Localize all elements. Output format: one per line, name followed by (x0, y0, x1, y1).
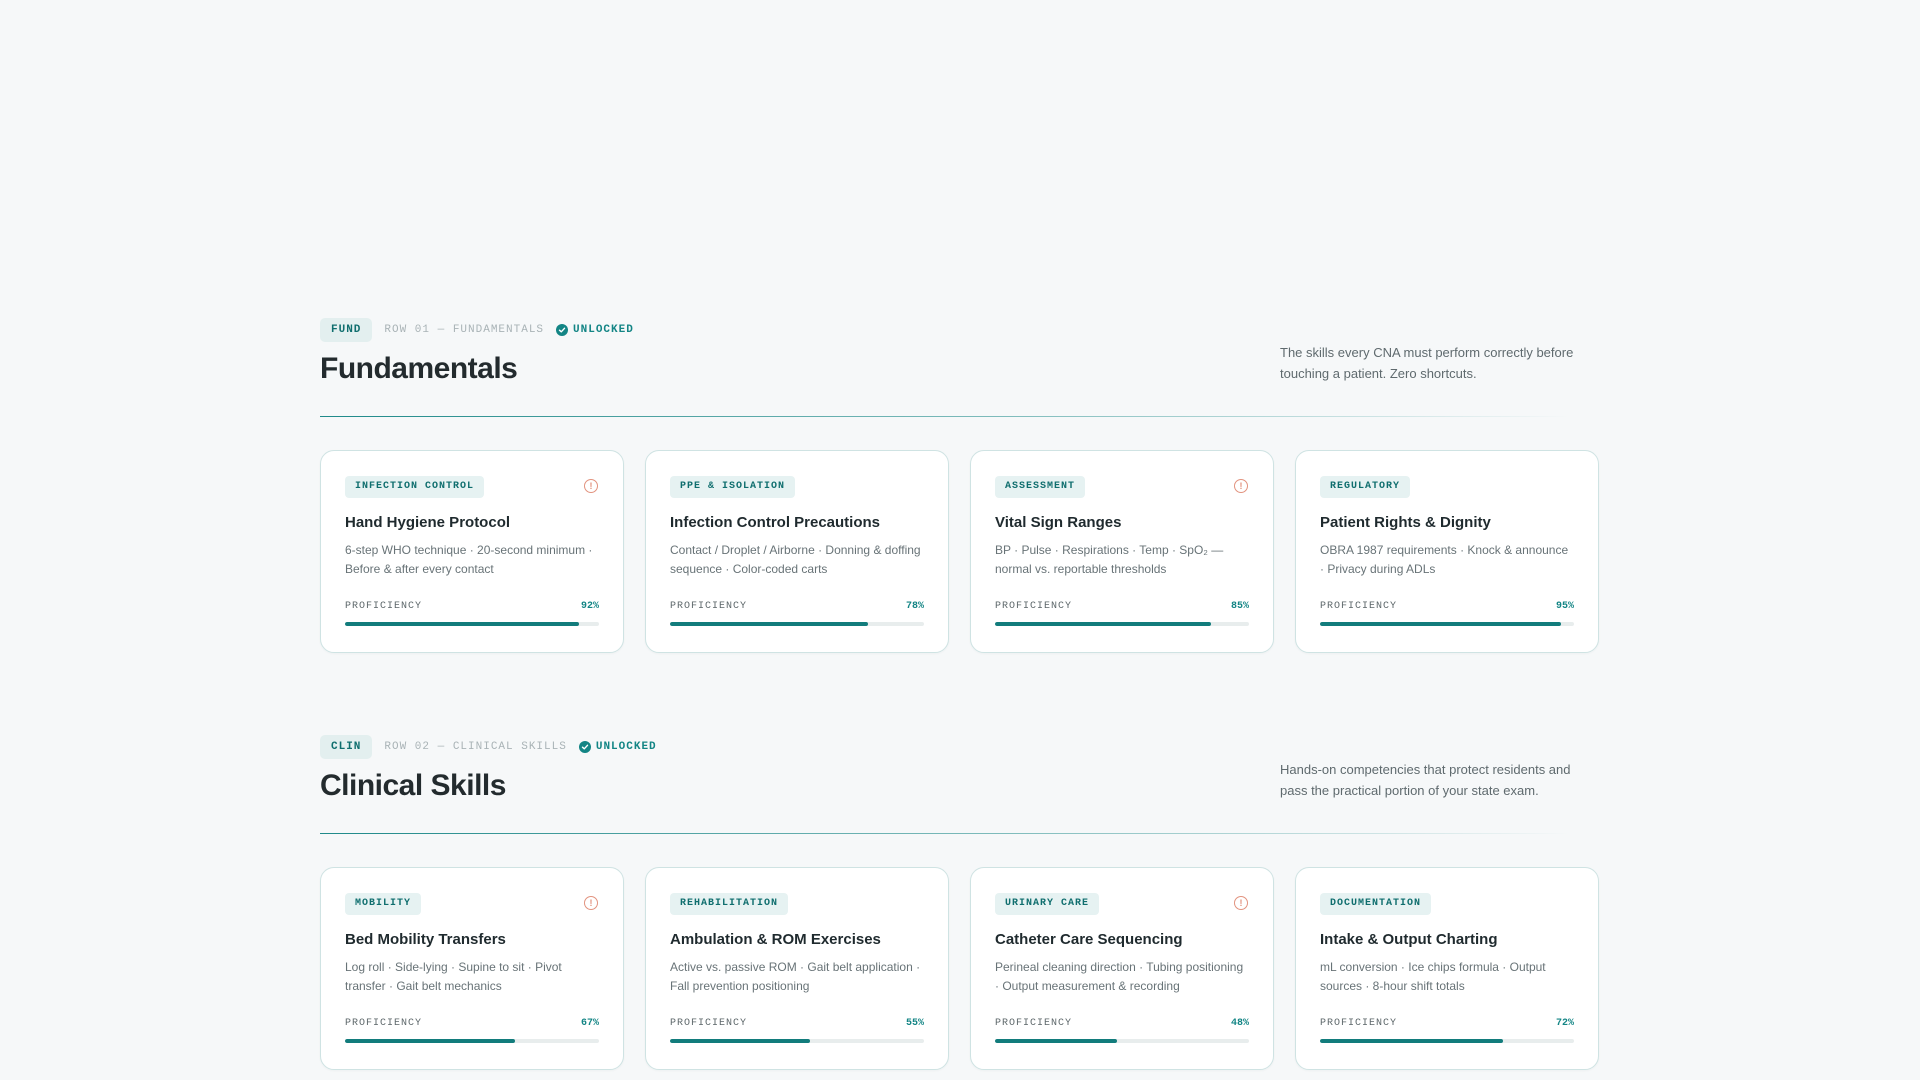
category-tag: DOCUMENTATION (1320, 893, 1432, 915)
section-code-badge: FUND (320, 318, 373, 342)
card-description: BP · Pulse · Respirations · Temp · SpO₂ … (995, 543, 1224, 576)
card-description: mL conversion · Ice chips formula · Outp… (1320, 960, 1546, 993)
proficiency-bar (670, 1039, 924, 1043)
proficiency-bar (345, 1039, 599, 1043)
alert-circle-icon[interactable]: ! (584, 479, 598, 493)
section-description: Hands-on competencies that protect resid… (1280, 762, 1571, 798)
proficiency-row: PROFICIENCY 85% (995, 601, 1249, 612)
skill-card[interactable]: REGULATORY Patient Rights & Dignity OBRA 1… (1295, 450, 1599, 653)
proficiency-bar-fill (995, 1039, 1117, 1043)
card-description: Log roll · Side-lying · Supine to sit · … (345, 960, 562, 993)
category-tag: PPE & ISOLATION (670, 476, 796, 498)
proficiency-bar-fill (670, 1039, 810, 1043)
proficiency-bar-fill (670, 622, 869, 626)
section-header: FUND ROW 01 — FUNDAMENTALS UNLOCKED Fund… (320, 318, 1600, 418)
card-title: Patient Rights & Dignity (1320, 514, 1491, 531)
section-divider (320, 416, 1570, 417)
skill-card[interactable]: DOCUMENTATION Intake & Output Charting mL … (1295, 867, 1599, 1070)
card-title: Hand Hygiene Protocol (345, 514, 511, 531)
card-description: Contact / Droplet / Airborne · Donning &… (670, 543, 921, 576)
category-tag: MOBILITY (345, 893, 422, 915)
section-description: The skills every CNA must perform correc… (1280, 345, 1574, 381)
category-tag: INFECTION CONTROL (345, 476, 485, 498)
proficiency-bar (995, 622, 1249, 626)
proficiency-value: 95% (1555, 601, 1574, 612)
alert-circle-icon[interactable]: ! (1234, 479, 1248, 493)
proficiency-bar-fill (345, 622, 579, 626)
section-row-label: ROW 02 — CLINICAL SKILLS (384, 741, 567, 753)
proficiency-label: PROFICIENCY (670, 601, 748, 612)
unlocked-status: UNLOCKED (578, 741, 657, 753)
section-header: CLIN ROW 02 — CLINICAL SKILLS UNLOCKED C… (320, 735, 1600, 835)
proficiency-value: 78% (905, 601, 924, 612)
category-tag: URINARY CARE (995, 893, 1100, 915)
proficiency-bar (995, 1039, 1249, 1043)
section-divider (320, 833, 1570, 834)
card-description: Active vs. passive ROM · Gait belt appli… (670, 960, 921, 993)
alert-circle-icon[interactable]: ! (1234, 896, 1248, 910)
proficiency-label: PROFICIENCY (1320, 601, 1398, 612)
section-meta-row: FUND ROW 01 — FUNDAMENTALS UNLOCKED (320, 318, 1600, 342)
skill-card[interactable]: MOBILITY! Bed Mobility Transfers Log roll … (320, 867, 624, 1070)
proficiency-value: 67% (580, 1018, 599, 1029)
card-title: Infection Control Precautions (670, 514, 881, 531)
proficiency-value: 55% (905, 1018, 924, 1029)
proficiency-label: PROFICIENCY (995, 1018, 1073, 1029)
proficiency-row: PROFICIENCY 78% (670, 601, 924, 612)
unlocked-label: UNLOCKED (573, 324, 634, 336)
skill-card-list: INFECTION CONTROL! Hand Hygiene Protocol 6… (320, 450, 1599, 653)
card-title: Intake & Output Charting (1320, 931, 1498, 948)
alert-circle-icon[interactable]: ! (584, 896, 598, 910)
proficiency-label: PROFICIENCY (345, 1018, 423, 1029)
proficiency-row: PROFICIENCY 92% (345, 601, 599, 612)
check-circle-icon (578, 741, 591, 753)
proficiency-bar (345, 622, 599, 626)
category-tag: REGULATORY (1320, 476, 1411, 498)
proficiency-bar-fill (1320, 622, 1562, 626)
category-tag: REHABILITATION (670, 893, 789, 915)
card-title: Catheter Care Sequencing (995, 931, 1183, 948)
skill-card[interactable]: PPE & ISOLATION Infection Control Precaut… (645, 450, 949, 653)
unlocked-label: UNLOCKED (595, 741, 657, 753)
card-title: Bed Mobility Transfers (345, 931, 506, 948)
skill-card[interactable]: REHABILITATION Ambulation & ROM Exercises… (645, 867, 949, 1070)
proficiency-value: 92% (580, 601, 599, 612)
proficiency-bar-fill (1320, 1039, 1503, 1043)
proficiency-row: PROFICIENCY 72% (1320, 1018, 1574, 1029)
proficiency-label: PROFICIENCY (670, 1018, 748, 1029)
proficiency-label: PROFICIENCY (995, 601, 1073, 612)
proficiency-row: PROFICIENCY 55% (670, 1018, 924, 1029)
card-title: Vital Sign Ranges (995, 514, 1122, 531)
proficiency-bar (670, 622, 924, 626)
proficiency-value: 85% (1230, 601, 1249, 612)
skill-card-list: MOBILITY! Bed Mobility Transfers Log roll … (320, 867, 1599, 1070)
proficiency-row: PROFICIENCY 48% (995, 1018, 1249, 1029)
card-description: Perineal cleaning direction · Tubing pos… (995, 960, 1244, 993)
proficiency-bar (1320, 1039, 1574, 1043)
skill-card[interactable]: URINARY CARE! Catheter Care Sequencing Per… (970, 867, 1274, 1070)
section-fundamentals: FUND ROW 01 — FUNDAMENTALS UNLOCKED Fund… (320, 318, 1600, 653)
section-meta-row: CLIN ROW 02 — CLINICAL SKILLS UNLOCKED (320, 735, 1600, 759)
category-tag: ASSESSMENT (995, 476, 1086, 498)
check-circle-icon (556, 324, 569, 336)
proficiency-value: 48% (1230, 1018, 1249, 1029)
section-clinical-skills: CLIN ROW 02 — CLINICAL SKILLS UNLOCKED C… (320, 735, 1600, 1070)
proficiency-bar (1320, 622, 1574, 626)
section-row-label: ROW 01 — FUNDAMENTALS (384, 324, 545, 336)
card-description: OBRA 1987 requirements · Knock & announc… (1320, 543, 1569, 576)
card-description: 6-step WHO technique · 20-second minimum… (345, 543, 593, 576)
skill-card[interactable]: ASSESSMENT! Vital Sign Ranges BP · Pulse ·… (970, 450, 1274, 653)
unlocked-status: UNLOCKED (556, 324, 634, 336)
proficiency-value: 72% (1555, 1018, 1574, 1029)
skill-card[interactable]: INFECTION CONTROL! Hand Hygiene Protocol 6… (320, 450, 624, 653)
card-title: Ambulation & ROM Exercises (670, 931, 881, 948)
proficiency-label: PROFICIENCY (345, 601, 423, 612)
proficiency-bar-fill (345, 1039, 516, 1043)
section-code-badge: CLIN (320, 735, 373, 759)
proficiency-row: PROFICIENCY 67% (345, 1018, 599, 1029)
proficiency-label: PROFICIENCY (1320, 1018, 1398, 1029)
proficiency-bar-fill (995, 622, 1211, 626)
proficiency-row: PROFICIENCY 95% (1320, 601, 1574, 612)
